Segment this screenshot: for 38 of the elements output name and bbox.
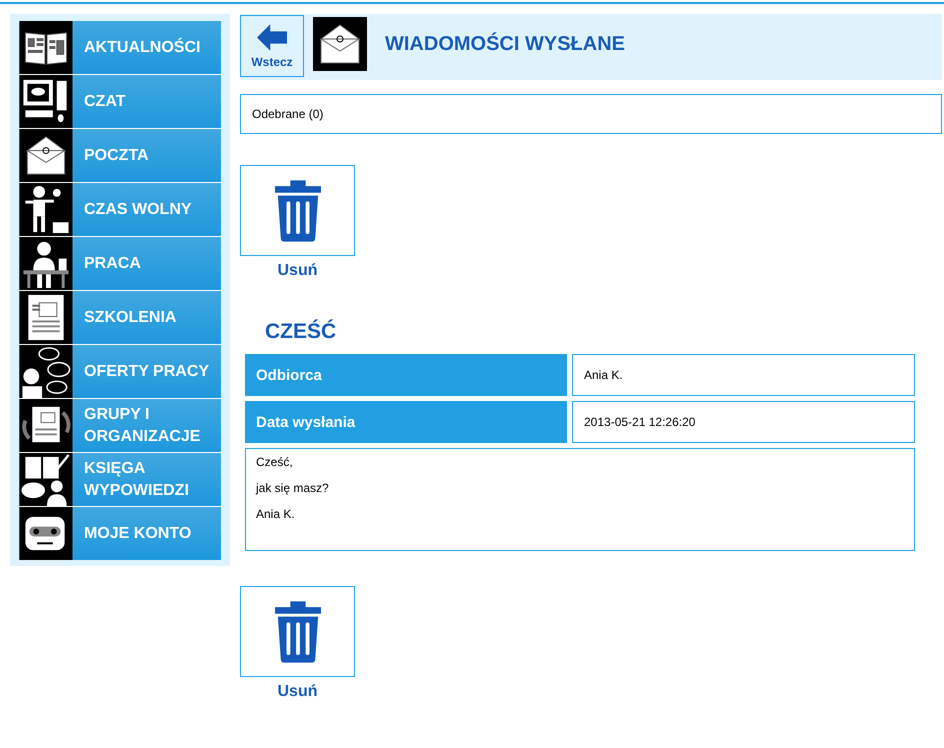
message-line: Cześć, <box>256 455 294 469</box>
delete-button[interactable] <box>240 165 355 256</box>
menu-item[interactable]: AKTUALNOŚCI <box>19 21 221 75</box>
menu-item[interactable]: CZAT <box>19 75 221 129</box>
arrow-left-icon <box>257 24 287 50</box>
document-icon <box>19 291 73 344</box>
page-title: WIADOMOŚCI WYSŁANE <box>385 32 625 56</box>
menu-item[interactable]: KSIĘGA WYPOWIEDZI <box>19 453 221 507</box>
message-subject: CZEŚĆ <box>265 320 338 344</box>
menu-item[interactable]: CZAS WOLNY <box>19 183 221 237</box>
delete-link[interactable]: Usuń <box>240 262 355 280</box>
back-button[interactable]: Wstecz <box>240 15 304 77</box>
menu-item[interactable]: POCZTA <box>19 129 221 183</box>
robot-icon <box>19 507 73 560</box>
menu-item[interactable]: SZKOLENIA <box>19 291 221 345</box>
message-line: jak się masz? <box>256 481 330 495</box>
trash-icon <box>274 180 320 242</box>
figure-desk-icon <box>19 237 73 290</box>
field-label: Data wysłania <box>245 401 567 443</box>
computer-icon <box>19 75 73 128</box>
envelope-icon <box>313 17 367 71</box>
menu-item[interactable]: PRACA <box>19 237 221 291</box>
trash-icon <box>274 600 320 662</box>
document-arrows-icon <box>19 399 73 452</box>
thinking-figure-icon <box>19 345 73 398</box>
inbox-link[interactable]: Odebrane (0) <box>252 107 324 121</box>
menu-item[interactable]: OFERTY PRACY <box>19 345 221 399</box>
field-value: Ania K. <box>572 354 915 396</box>
menu-item[interactable]: GRUPY I ORGANIZACJE <box>19 399 221 453</box>
book-speech-icon <box>19 453 73 506</box>
delete-button[interactable] <box>240 586 355 677</box>
delete-link[interactable]: Usuń <box>240 683 355 701</box>
menu-item[interactable]: MOJE KONTO <box>19 507 221 560</box>
field-value: 2013-05-21 12:26:20 <box>572 401 915 443</box>
newspaper-icon <box>19 21 73 74</box>
message-line: Ania K. <box>256 507 296 521</box>
field-label: Odbiorca <box>245 354 567 396</box>
envelope-icon <box>19 129 73 182</box>
